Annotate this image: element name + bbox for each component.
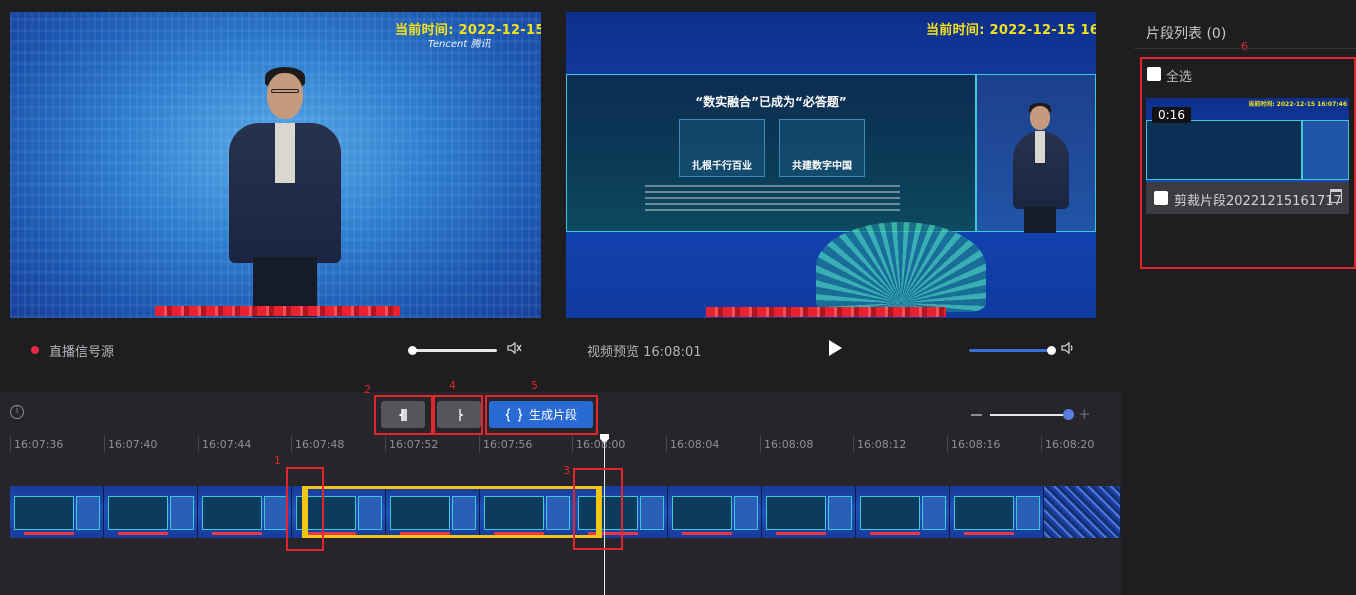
film-frame bbox=[762, 486, 856, 538]
film-frame bbox=[10, 486, 104, 538]
live-caption-banner bbox=[155, 306, 400, 316]
clip-name: 剪裁片段20221215161717 bbox=[1174, 194, 1342, 209]
film-frame bbox=[950, 486, 1044, 538]
tick-label: 16:08:04 bbox=[666, 436, 719, 452]
speaker bbox=[215, 67, 345, 317]
tick-label: 16:08:12 bbox=[853, 436, 906, 452]
preview-time-label: 视频预览 16:08:01 bbox=[587, 344, 702, 360]
preview-pip bbox=[976, 74, 1096, 233]
live-dot-icon bbox=[31, 346, 39, 354]
annotation-label-3: 3 bbox=[563, 464, 570, 477]
annotation-box-1 bbox=[286, 467, 324, 551]
tick-label: 16:08:00 bbox=[572, 436, 625, 452]
clip-checkbox[interactable] bbox=[1154, 191, 1168, 205]
zoom-in-icon[interactable]: + bbox=[1078, 405, 1091, 423]
film-frame bbox=[1044, 486, 1121, 538]
preview-timestamp: 当前时间: 2022-12-15 16:07:56 bbox=[926, 23, 1096, 38]
info-icon[interactable]: i bbox=[10, 405, 24, 419]
live-video[interactable]: 当前时间: 2022-12-15 16:18:13 Tencent 腾讯 bbox=[10, 12, 541, 318]
annotation-box-5 bbox=[485, 395, 598, 435]
film-frame bbox=[856, 486, 950, 538]
preview-slide: “数实融合”已成为“必答题” 扎根千行百业 共建数字中国 bbox=[566, 74, 976, 232]
clip-list-divider bbox=[1134, 48, 1356, 49]
annotation-label-4: 4 bbox=[449, 379, 456, 392]
preview-volume-knob[interactable] bbox=[1047, 346, 1056, 355]
slide-box-1: 扎根千行百业 bbox=[679, 119, 765, 177]
tick-label: 16:07:56 bbox=[479, 436, 532, 452]
live-source-label: 直播信号源 bbox=[49, 344, 115, 360]
zoom-knob[interactable] bbox=[1063, 409, 1074, 420]
preview-volume-slider[interactable] bbox=[969, 346, 1056, 355]
slide-body-text bbox=[645, 185, 900, 211]
annotation-box-2 bbox=[374, 395, 433, 435]
annotation-label-2: 2 bbox=[364, 383, 371, 396]
tick-label: 16:07:48 bbox=[291, 436, 344, 452]
app-root: 当前时间: 2022-12-15 16:18:13 Tencent 腾讯 当前时… bbox=[0, 0, 1356, 595]
delete-clip-icon[interactable] bbox=[1330, 189, 1342, 203]
stage-plant-decoration bbox=[816, 222, 986, 312]
tencent-logo: Tencent 腾讯 bbox=[428, 39, 491, 50]
tick-label: 16:07:40 bbox=[104, 436, 157, 452]
annotation-box-4 bbox=[433, 395, 483, 435]
slide-box-2: 共建数字中国 bbox=[779, 119, 865, 177]
film-frame bbox=[198, 486, 292, 538]
play-button[interactable] bbox=[829, 340, 842, 356]
clip-thumb-timestamp: 当前时间: 2022-12-15 16:07:46 bbox=[1248, 101, 1347, 108]
select-all-label[interactable]: 全选 bbox=[1166, 66, 1192, 85]
tick-label: 16:07:52 bbox=[385, 436, 438, 452]
film-frame bbox=[668, 486, 762, 538]
annotation-box-3 bbox=[573, 468, 623, 550]
preview-caption-banner bbox=[706, 307, 946, 317]
zoom-slider[interactable] bbox=[990, 414, 1066, 416]
live-control-bar: 直播信号源 bbox=[31, 330, 114, 370]
clip-list-title: 片段列表 (0) bbox=[1146, 26, 1227, 42]
annotation-label-1: 1 bbox=[274, 454, 281, 467]
timeline-ruler[interactable]: 16:07:36 16:07:40 16:07:44 16:07:48 16:0… bbox=[0, 436, 1121, 456]
annotation-label-6: 6 bbox=[1241, 40, 1248, 53]
tick-label: 16:08:16 bbox=[947, 436, 1000, 452]
live-volume-slider[interactable] bbox=[408, 346, 497, 355]
zoom-out-icon[interactable] bbox=[971, 414, 982, 416]
tick-label: 16:07:44 bbox=[198, 436, 251, 452]
slide-title: “数实融合”已成为“必答题” bbox=[695, 95, 847, 109]
clip-selection-range[interactable] bbox=[302, 486, 602, 538]
live-volume-knob[interactable] bbox=[408, 346, 417, 355]
tick-label: 16:08:20 bbox=[1041, 436, 1094, 452]
clip-duration-badge: 0:16 bbox=[1152, 107, 1191, 123]
preview-control-bar: 视频预览 16:08:01 bbox=[587, 330, 702, 370]
speaker-icon[interactable] bbox=[1060, 340, 1076, 356]
film-frame bbox=[104, 486, 198, 538]
muted-speaker-icon[interactable] bbox=[506, 340, 522, 356]
annotation-label-5: 5 bbox=[531, 379, 538, 392]
preview-video[interactable]: 当前时间: 2022-12-15 16:07:56 “数实融合”已成为“必答题”… bbox=[566, 12, 1096, 318]
tick-label: 16:07:36 bbox=[10, 436, 63, 452]
tick-label: 16:08:08 bbox=[760, 436, 813, 452]
select-all-checkbox[interactable] bbox=[1147, 67, 1161, 81]
